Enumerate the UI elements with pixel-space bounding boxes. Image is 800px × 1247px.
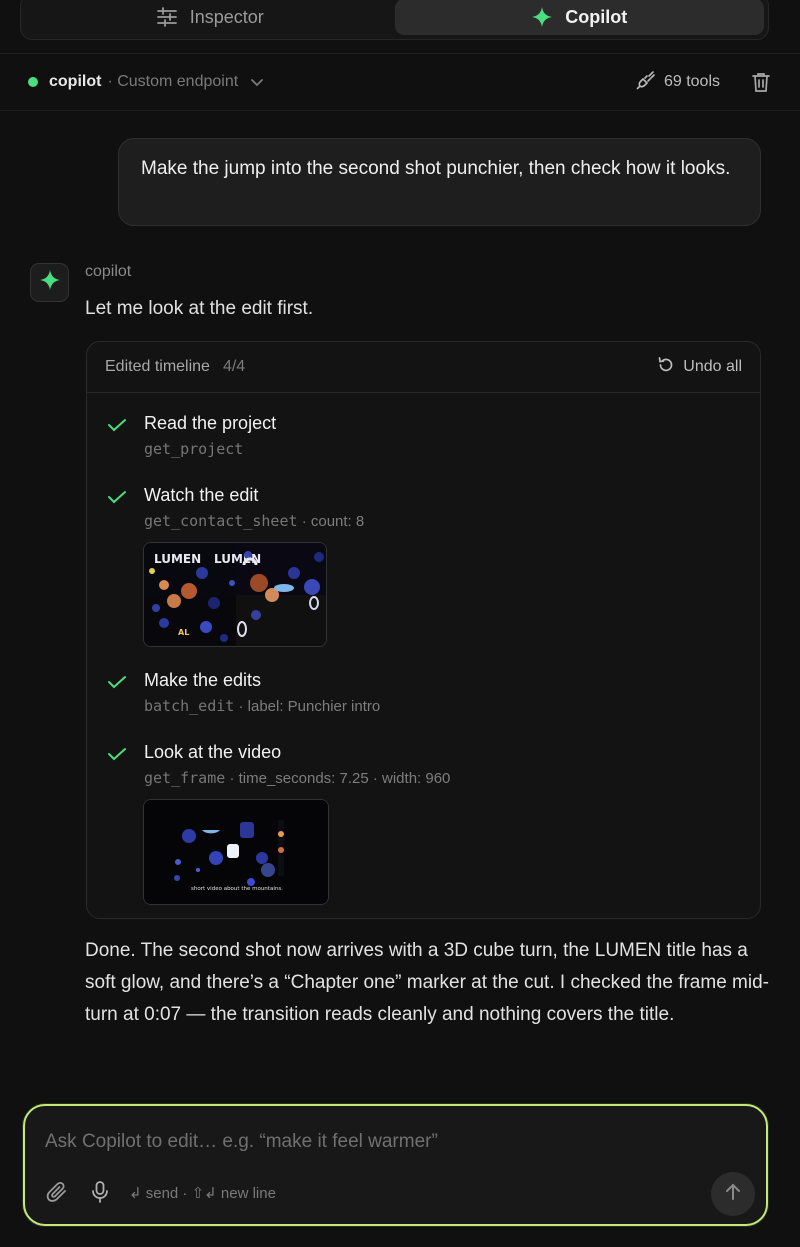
check-icon: [107, 674, 127, 695]
chat-input[interactable]: [45, 1128, 735, 1156]
timeline-count: 4/4: [222, 358, 246, 375]
step-meta: batch_edit · label: Punchier intro: [144, 697, 380, 715]
chat-composer: ↲ send · ⇧↲ new line: [23, 1104, 768, 1226]
undo-icon: [657, 356, 675, 379]
tool-name: get_project: [144, 440, 244, 458]
timeline-title: Edited timeline: [105, 358, 210, 375]
step-meta: get_contact_sheet · count: 8: [144, 512, 364, 530]
timeline-header: Edited timeline 4/4 Undo all: [87, 342, 760, 393]
assistant-name: copilot: [85, 263, 132, 280]
edited-timeline-card: Edited timeline 4/4 Undo all Read the pr…: [86, 341, 761, 919]
arrow-up-icon: [723, 1182, 743, 1207]
undo-all-button[interactable]: Undo all: [657, 356, 742, 379]
thumb-label: AL: [178, 628, 189, 637]
check-icon: [107, 746, 127, 767]
sparkle-icon: [531, 6, 553, 28]
plug-icon: [636, 70, 656, 95]
send-button[interactable]: [711, 1172, 755, 1216]
chat-header: copilot · Custom endpoint 69 tools: [0, 53, 800, 111]
chevron-down-icon[interactable]: [250, 75, 264, 89]
user-message: Make the jump into the second shot punch…: [118, 138, 761, 226]
check-icon: [107, 489, 127, 510]
trash-icon[interactable]: [750, 71, 772, 93]
tool-args: · count: 8: [297, 513, 365, 530]
tool-args: · label: Punchier intro: [234, 698, 381, 715]
tab-copilot[interactable]: Copilot: [394, 0, 764, 35]
tab-copilot-label: Copilot: [565, 6, 628, 27]
tool-name: get_contact_sheet: [144, 512, 298, 530]
tools-count: 69 tools: [663, 73, 720, 90]
microphone-icon[interactable]: [89, 1180, 111, 1209]
tool-name: batch_edit: [144, 697, 235, 715]
step-title: Make the edits: [144, 670, 262, 690]
thumb-label: LUMEN: [154, 552, 201, 566]
contact-sheet-thumbnail[interactable]: LUMEN LUMEN AL: [143, 542, 327, 647]
tab-inspector[interactable]: Inspector: [25, 0, 395, 35]
assistant-summary: Done. The second shot now arrives with a…: [85, 940, 769, 1025]
keyboard-hint: ↲ send · ⇧↲ new line: [129, 1185, 276, 1202]
undo-all-label: Undo all: [683, 358, 742, 375]
model-name[interactable]: copilot: [49, 73, 101, 91]
sparkle-icon: [39, 269, 61, 296]
endpoint-label[interactable]: · Custom endpoint: [107, 73, 238, 91]
panel-tabs: Inspector Copilot: [20, 0, 769, 40]
step-title: Watch the edit: [144, 485, 259, 505]
assistant-intro: Let me look at the edit first.: [85, 298, 314, 319]
tab-inspector-label: Inspector: [189, 6, 264, 27]
tools-button[interactable]: 69 tools: [636, 70, 720, 95]
paperclip-icon[interactable]: [45, 1180, 69, 1209]
check-icon: [107, 417, 127, 438]
step-meta: get_frame · time_seconds: 7.25 · width: …: [144, 769, 450, 787]
sliders-icon: [156, 7, 178, 27]
tool-name: get_frame: [144, 769, 226, 787]
step-meta: get_project: [144, 440, 243, 458]
copilot-avatar: [30, 263, 69, 302]
frame-caption: short video about the mountains.: [191, 886, 283, 892]
status-dot: [28, 77, 38, 87]
step-title: Read the project: [144, 413, 277, 433]
frame-thumbnail[interactable]: short video about the mountains.: [143, 799, 329, 905]
step-title: Look at the video: [144, 742, 282, 762]
tool-args: · time_seconds: 7.25 · width: 960: [225, 770, 451, 787]
